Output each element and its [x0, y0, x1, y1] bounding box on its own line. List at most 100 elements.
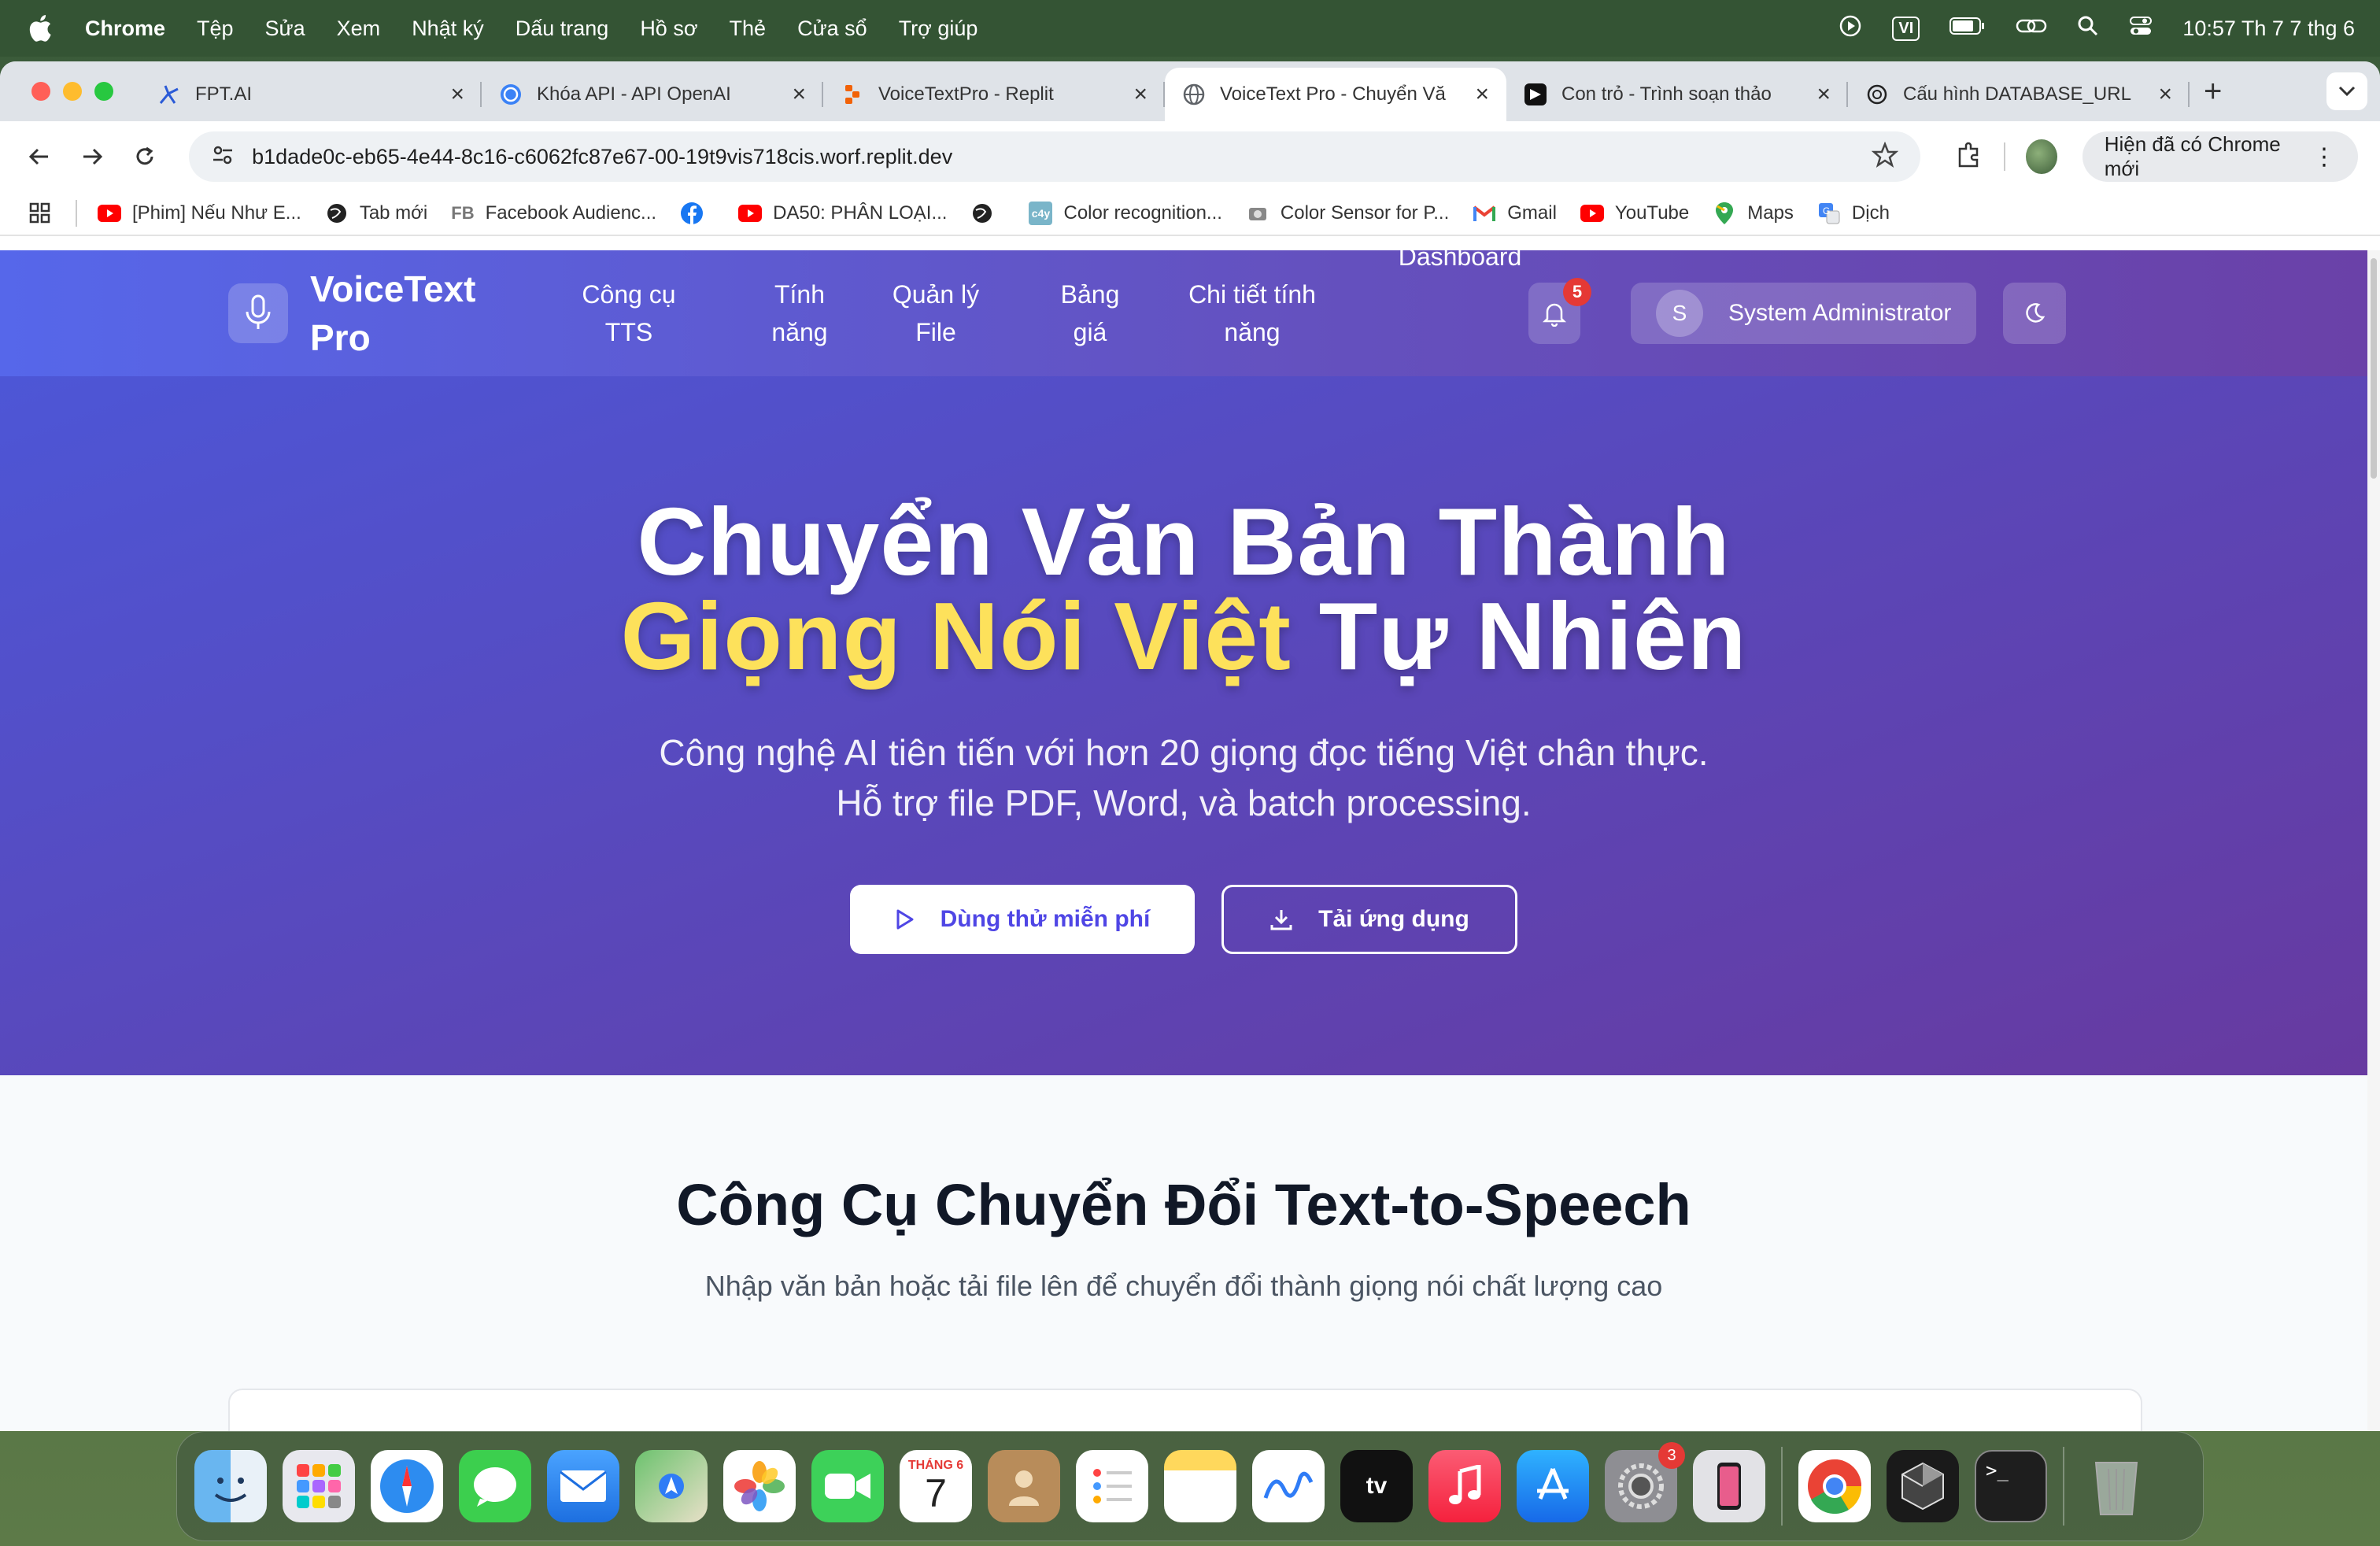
bookmark-item[interactable]: Tab mới [325, 202, 427, 225]
menubar-item-help[interactable]: Trợ giúp [899, 17, 978, 41]
dock-mail-icon[interactable] [547, 1450, 619, 1522]
brand-logo[interactable]: VoiceText Pro [228, 264, 515, 362]
dock-finder-icon[interactable] [194, 1450, 267, 1522]
tab-database-url[interactable]: Cấu hình DATABASE_URL × [1848, 68, 2190, 121]
dock-reminders-icon[interactable] [1076, 1450, 1148, 1522]
dock-photos-icon[interactable] [723, 1450, 796, 1522]
dock-safari-icon[interactable] [371, 1450, 443, 1522]
nav-pricing[interactable]: Bảng giá [1055, 276, 1125, 351]
more-menu-icon[interactable]: ⋮ [2312, 143, 2336, 171]
menubar-item-view[interactable]: Xem [337, 17, 381, 41]
back-button[interactable] [22, 138, 56, 176]
site-info-icon[interactable] [211, 143, 235, 171]
close-tab-icon[interactable]: × [2158, 81, 2172, 108]
dock-music-icon[interactable] [1428, 1450, 1501, 1522]
menubar-item-bookmarks[interactable]: Dấu trang [516, 17, 609, 41]
control-center-icon[interactable] [2129, 14, 2153, 43]
scrollbar-thumb[interactable] [2371, 258, 2377, 479]
dock-chrome-icon[interactable] [1798, 1450, 1871, 1522]
bookmark-item[interactable]: [Phim] Nếu Như E... [98, 202, 301, 225]
try-free-button[interactable]: Dùng thử miễn phí [850, 885, 1195, 954]
dock-system-settings-icon[interactable]: 3 [1605, 1442, 1685, 1522]
menubar-item-edit[interactable]: Sửa [265, 17, 305, 41]
play-icon[interactable] [1839, 14, 1862, 43]
nav-tts-tool[interactable]: Công cụ TTS [578, 276, 680, 351]
dock-trash-icon[interactable] [2080, 1450, 2153, 1522]
theme-toggle-button[interactable] [2003, 283, 2067, 344]
tab-voicetext-pro[interactable]: VoiceText Pro - Chuyển Vă × [1165, 68, 1506, 121]
bookmark-item[interactable]: DA50: PHÂN LOẠI... [738, 202, 947, 225]
bookmark-item[interactable]: c4y Color recognition... [1029, 202, 1222, 225]
page-scrollbar[interactable] [2367, 250, 2380, 1431]
url-text[interactable]: b1dade0c-eb65-4e44-8c16-c6062fc87e67-00-… [252, 145, 1872, 169]
reload-button[interactable] [128, 138, 162, 176]
dock-freeform-icon[interactable] [1252, 1450, 1325, 1522]
dock-messages-icon[interactable] [459, 1450, 531, 1522]
bookmark-item[interactable]: Color Sensor for P... [1246, 202, 1449, 225]
bookmark-item[interactable] [680, 202, 715, 225]
notifications-button[interactable]: 5 [1528, 278, 1591, 344]
dock-cursor-icon[interactable] [1887, 1450, 1959, 1522]
profile-avatar[interactable] [2025, 139, 2057, 174]
menubar-clock[interactable]: 10:57 Th 7 7 thg 6 [2182, 17, 2355, 41]
tab-title: VoiceTextPro - Replit [878, 83, 1054, 105]
bookmark-item[interactable] [970, 202, 1005, 225]
menubar-item-file[interactable]: Tệp [197, 17, 234, 41]
chrome-update-button[interactable]: Hiện đã có Chrome mới ⋮ [2082, 131, 2359, 182]
dock-facetime-icon[interactable] [811, 1450, 884, 1522]
bookmark-item[interactable]: Gmail [1473, 202, 1557, 225]
dock-notes-icon[interactable] [1164, 1450, 1236, 1522]
apps-grid-icon[interactable] [28, 202, 52, 225]
spotlight-search-icon[interactable] [2077, 15, 2099, 43]
nav-features[interactable]: Tính năng [760, 276, 839, 351]
dock-maps-icon[interactable] [635, 1450, 708, 1522]
dock-iphone-mirroring-icon[interactable] [1693, 1450, 1765, 1522]
extensions-icon[interactable] [1955, 141, 1983, 173]
bookmark-item[interactable]: G Dịch [1817, 202, 1890, 225]
nav-feature-details[interactable]: Chi tiết tính năng [1177, 276, 1327, 351]
bookmark-item[interactable]: Maps [1713, 202, 1794, 225]
new-tab-button[interactable]: + [2204, 74, 2222, 109]
dock-app-store-icon[interactable] [1517, 1450, 1589, 1522]
tab-cursor-editor[interactable]: Con trỏ - Trình soạn thảo × [1506, 68, 1848, 121]
globe-icon [325, 202, 349, 225]
close-tab-icon[interactable]: × [1475, 81, 1489, 108]
tab-title: Con trỏ - Trình soạn thảo [1561, 83, 1772, 105]
zoom-window-button[interactable] [94, 82, 113, 101]
user-menu-button[interactable]: S System Administrator [1631, 283, 1977, 344]
dock-apple-tv-icon[interactable]: tv [1340, 1450, 1413, 1522]
close-tab-icon[interactable]: × [1133, 81, 1148, 108]
menubar-item-window[interactable]: Cửa sổ [797, 17, 867, 41]
dock-launchpad-icon[interactable] [283, 1450, 355, 1522]
bookmark-star-icon[interactable] [1871, 141, 1899, 172]
input-method-badge[interactable]: VI [1892, 16, 1920, 41]
bookmark-item[interactable]: FB Facebook Audienc... [451, 202, 656, 225]
tab-fpt-ai[interactable]: FPT.AI × [140, 68, 482, 121]
address-bar[interactable]: b1dade0c-eb65-4e44-8c16-c6062fc87e67-00-… [189, 131, 1921, 182]
apple-icon[interactable] [28, 15, 66, 42]
menubar-item-profiles[interactable]: Hồ sơ [640, 17, 697, 41]
close-tab-icon[interactable]: × [1816, 81, 1831, 108]
nav-file-manager[interactable]: Quản lý File [885, 276, 987, 351]
dock-terminal-icon[interactable]: >_ [1975, 1450, 2047, 1522]
close-tab-icon[interactable]: × [792, 81, 806, 108]
battery-icon[interactable] [1949, 17, 1986, 41]
tab-search-button[interactable] [2326, 72, 2367, 110]
tab-title: Cấu hình DATABASE_URL [1903, 83, 2131, 105]
try-free-label: Dùng thử miễn phí [940, 906, 1151, 932]
download-app-button[interactable]: Tải ứng dụng [1221, 885, 1517, 954]
minimize-window-button[interactable] [63, 82, 82, 101]
dock-calendar-icon[interactable]: THÁNG 6 7 [900, 1450, 972, 1522]
nav-dashboard[interactable]: Dashboard [1393, 250, 1527, 276]
tab-replit[interactable]: VoiceTextPro - Replit × [823, 68, 1165, 121]
dock-contacts-icon[interactable] [988, 1450, 1060, 1522]
close-tab-icon[interactable]: × [450, 81, 464, 108]
menubar-item-history[interactable]: Nhật ký [412, 17, 484, 41]
forward-button[interactable] [75, 138, 109, 176]
tab-openai-api-keys[interactable]: Khóa API - API OpenAI × [482, 68, 823, 121]
close-window-button[interactable] [31, 82, 50, 101]
bookmark-item[interactable]: YouTube [1580, 202, 1689, 225]
menubar-app-name[interactable]: Chrome [85, 17, 165, 41]
link-icon[interactable] [2016, 14, 2047, 43]
menubar-item-tab[interactable]: Thẻ [730, 17, 767, 41]
